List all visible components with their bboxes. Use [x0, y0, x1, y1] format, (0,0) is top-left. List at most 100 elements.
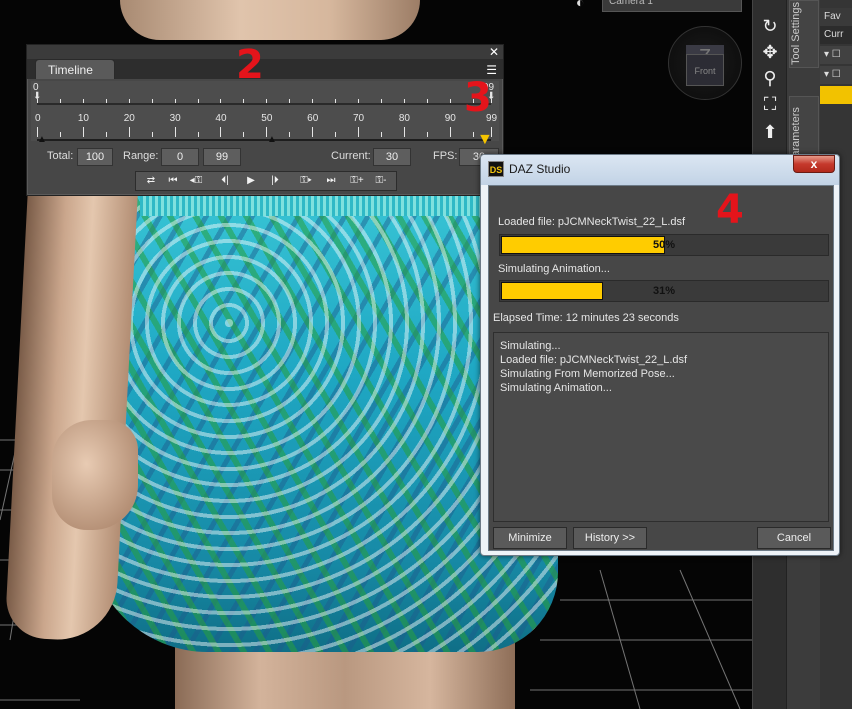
- home-icon[interactable]: ⬆: [758, 120, 782, 144]
- panel-row-current[interactable]: Curr: [820, 26, 852, 44]
- range-tick: [37, 99, 38, 103]
- panel-row-favorites[interactable]: Fav: [820, 8, 852, 26]
- timeline-ruler[interactable]: 0 99 ⬇ ⬇ 0 10 20 30 40 50 60 70 80 90 99 ▲ ▲ ▼: [31, 81, 499, 148]
- zoom-icon[interactable]: ⚲: [758, 66, 782, 90]
- frame-tick: [220, 127, 222, 137]
- frame-tick-label: 80: [398, 113, 410, 124]
- loaded-file-text: Loaded file: pJCMNeckTwist_22_L.dsf: [498, 216, 686, 228]
- scene-tree-row[interactable]: ▾ ☐: [820, 46, 852, 64]
- frame-minor-tick: [335, 132, 337, 137]
- log-line: Loaded file: pJCMNeckTwist_22_L.dsf: [500, 354, 688, 366]
- frame-tick-label: 40: [215, 113, 227, 124]
- tab-tool-settings[interactable]: Tool Settings: [789, 0, 819, 68]
- frame-minor-tick: [151, 132, 153, 137]
- play-icon[interactable]: ▶: [242, 173, 260, 189]
- file-progress-bar: 50%: [499, 234, 829, 256]
- frame-tick: [82, 127, 84, 137]
- view-cube[interactable]: Z Front: [668, 26, 742, 100]
- frame-track[interactable]: [37, 139, 491, 141]
- step-back-icon[interactable]: ⏴|: [216, 173, 234, 189]
- frame-tick: [312, 127, 314, 137]
- scene-tree-row[interactable]: ▾ ☐: [820, 66, 852, 84]
- step-forward-icon[interactable]: |⏵: [266, 173, 284, 189]
- pan-icon[interactable]: ✥: [758, 40, 782, 64]
- frame-minor-tick: [59, 132, 61, 137]
- range-tick: [174, 99, 176, 103]
- frame-minor-tick: [289, 132, 291, 137]
- log-line: Simulating From Memorized Pose...: [500, 368, 675, 380]
- frame-tick: [403, 127, 405, 137]
- frame-tick-label: 60: [307, 113, 319, 124]
- minimize-button[interactable]: Minimize: [493, 527, 567, 549]
- annotation-marker-2: 2: [236, 42, 264, 88]
- log-line: Simulating Animation...: [500, 382, 612, 394]
- figure-hand: [52, 420, 138, 530]
- frame-tick-label: 10: [77, 113, 89, 124]
- dialog-titlebar[interactable]: DS DAZ Studio x: [481, 155, 839, 185]
- frame-tick-label: 20: [123, 113, 135, 124]
- previous-key-icon[interactable]: ◂⚿: [184, 173, 208, 189]
- key-marker-icon[interactable]: ▲: [267, 134, 277, 145]
- add-key-icon[interactable]: ⚿+: [346, 173, 368, 189]
- frame-tick-label: 0: [35, 113, 41, 124]
- next-key-icon[interactable]: ⚿▸: [294, 173, 318, 189]
- frame-icon[interactable]: ⛶: [758, 92, 782, 116]
- log-line: Simulating...: [500, 340, 561, 352]
- frame-tick-label: 30: [169, 113, 181, 124]
- frame-minor-tick: [243, 132, 245, 137]
- range-minor-tick: [243, 99, 245, 103]
- frame-minor-tick: [472, 132, 474, 137]
- range-tick: [266, 99, 268, 103]
- key-marker-icon[interactable]: ▲: [37, 134, 47, 145]
- view-cube-front[interactable]: Front: [686, 54, 724, 86]
- elapsed-time-text: Elapsed Time: 12 minutes 23 seconds: [493, 312, 679, 324]
- range-track[interactable]: [37, 103, 491, 105]
- frame-minor-tick: [426, 132, 428, 137]
- fps-label: FPS:: [433, 150, 458, 162]
- range-tick: [449, 99, 451, 103]
- go-to-end-icon[interactable]: ⏭: [322, 173, 340, 189]
- total-label: Total:: [47, 150, 74, 162]
- tab-timeline[interactable]: Timeline: [35, 59, 115, 79]
- frame-tick-label: 90: [444, 113, 456, 124]
- frame-tick: [358, 127, 359, 137]
- scene-tree-row-selected[interactable]: [820, 86, 852, 104]
- remove-key-icon[interactable]: ⚿-: [370, 173, 392, 189]
- total-field[interactable]: 100: [77, 148, 113, 166]
- range-minor-tick: [426, 99, 428, 103]
- range-minor-tick: [151, 99, 153, 103]
- cancel-button[interactable]: Cancel: [757, 527, 831, 549]
- simulation-progress-bar: 31%: [499, 280, 829, 302]
- range-tick: [312, 99, 314, 103]
- current-frame-marker-icon[interactable]: ▼: [477, 131, 493, 149]
- range-tick: [128, 99, 130, 103]
- annotation-marker-4: 4: [716, 187, 744, 233]
- figure-torso: [120, 0, 420, 40]
- frame-tick: [128, 127, 130, 137]
- camera-select[interactable]: Camera 1: [602, 0, 742, 12]
- frame-minor-tick: [197, 132, 199, 137]
- simulation-progress-percent: 31%: [652, 285, 676, 297]
- dialog-close-button[interactable]: x: [793, 155, 835, 173]
- orbit-icon[interactable]: ↻: [758, 14, 782, 38]
- frame-tick-label: 70: [353, 113, 365, 124]
- range-tick: [82, 99, 84, 103]
- history-log[interactable]: Simulating... Loaded file: pJCMNeckTwist…: [493, 332, 829, 522]
- range-tick: [220, 99, 222, 103]
- frame-tick: [174, 127, 176, 137]
- loop-icon[interactable]: ⇄: [140, 173, 162, 189]
- daz-logo-icon: DS: [488, 161, 504, 177]
- annotation-marker-3: 3: [464, 75, 492, 121]
- range-tick: [403, 99, 405, 103]
- timeline-titlebar[interactable]: [27, 45, 503, 59]
- range-minor-tick: [59, 99, 61, 103]
- current-frame-field[interactable]: 30: [373, 148, 411, 166]
- history-button[interactable]: History >>: [573, 527, 647, 549]
- go-to-start-icon[interactable]: ⏮: [164, 173, 182, 189]
- close-icon[interactable]: ✕: [489, 45, 499, 59]
- transport-controls: ⇄ ⏮ ◂⚿ ⏴| ▶ |⏵ ⚿▸ ⏭ ⚿+ ⚿-: [135, 171, 397, 191]
- camera-icon[interactable]: ◐: [576, 0, 594, 10]
- range-to-field[interactable]: 99: [203, 148, 241, 166]
- range-from-field[interactable]: 0: [161, 148, 199, 166]
- timeline-panel: ✕ Timeline ☰ 0 99 ⬇ ⬇ 0 10 20 30 40 50 60 70 80 9…: [26, 44, 504, 196]
